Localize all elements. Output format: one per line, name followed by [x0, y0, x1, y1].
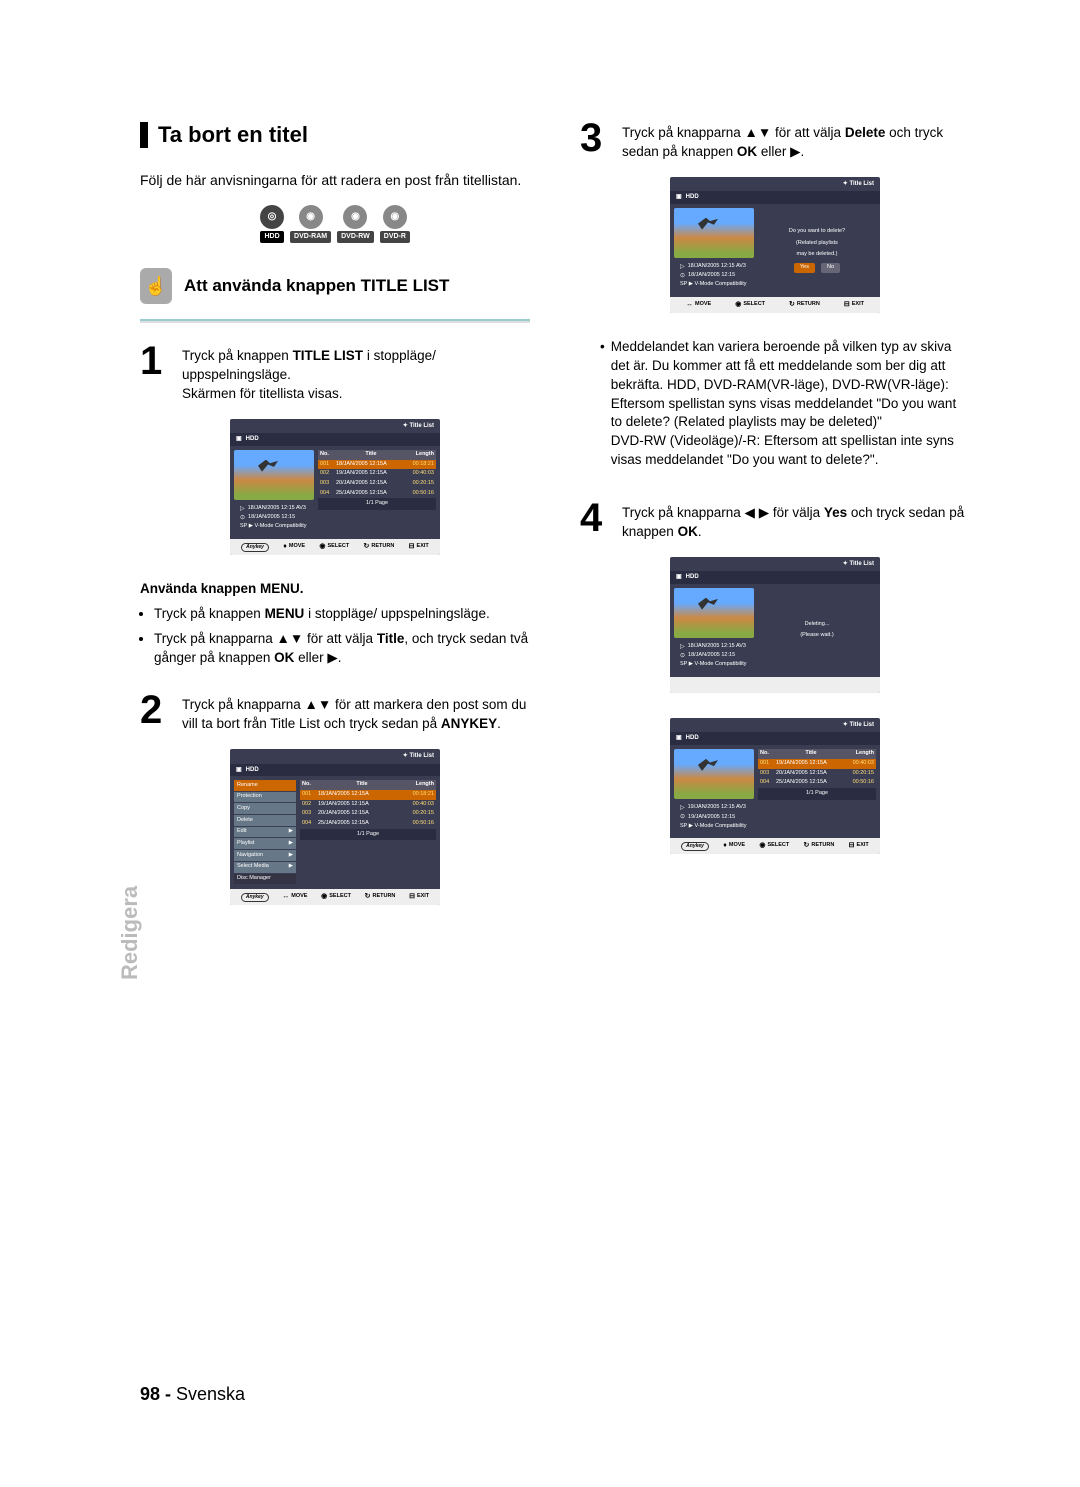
badge-dvd-rw: ◉ DVD-RW	[337, 205, 374, 243]
table-row[interactable]: 00219/JAN/2005 12:15A00:40:03	[318, 469, 436, 479]
menu-item[interactable]: Navigation▶	[234, 850, 296, 861]
disc-badges: ◎ HDD ◉ DVD-RAM ◉ DVD-RW ◉ DVD-R	[140, 205, 530, 243]
right-column: 3 Tryck på knapparna ▲▼ för att välja De…	[580, 120, 970, 930]
confirm-dialog: Do you want to delete? (Related playlist…	[758, 208, 876, 293]
dialog-yes-button[interactable]: Yes	[794, 263, 815, 273]
step-number: 2	[140, 692, 170, 734]
table-row[interactable]: 00320/JAN/2005 12:15A00:20:15	[758, 769, 876, 779]
menu-item[interactable]: Rename	[234, 780, 296, 791]
step-number: 3	[580, 120, 610, 162]
badge-dvd-ram: ◉ DVD-RAM	[290, 205, 331, 243]
menu-item[interactable]: Copy	[234, 803, 296, 814]
step-body: Tryck på knapparna ▲▼ för att markera de…	[182, 692, 530, 734]
menu-item[interactable]: Protection	[234, 792, 296, 803]
screen-result-list: ✦ Title List ▣HDD ▷19/JAN/2005 12:15 AV3…	[670, 718, 880, 854]
step-body: Tryck på knappen TITLE LIST i stoppläge/…	[182, 343, 530, 404]
screen-deleting: ✦ Title List ▣HDD ▷18/JAN/2005 12:15 AV3…	[670, 557, 880, 693]
screen-anykey-menu: ✦ Title List ▣HDD RenameProtectionCopyDe…	[230, 749, 440, 905]
step-body: Tryck på knapparna ◀ ▶ för välja Yes och…	[622, 500, 970, 542]
step-3: 3 Tryck på knapparna ▲▼ för att välja De…	[580, 120, 970, 162]
step-1: 1 Tryck på knappen TITLE LIST i stoppläg…	[140, 343, 530, 404]
disc-icon: ◉	[343, 205, 367, 229]
sub-heading-text: Att använda knappen TITLE LIST	[184, 274, 449, 298]
step-number: 1	[140, 343, 170, 404]
sub-heading: ☝ Att använda knappen TITLE LIST	[140, 268, 530, 304]
hand-icon: ☝	[140, 268, 172, 304]
table-row[interactable]: 00118/JAN/2005 12:15A00:18:21	[300, 790, 436, 800]
deleting-dialog: Deleting... (Please wait.)	[758, 588, 876, 673]
menu-item[interactable]: Edit▶	[234, 827, 296, 838]
screen-confirm-delete: ✦ Title List ▣HDD ▷18/JAN/2005 12:15 AV3…	[670, 177, 880, 313]
screen-title-list: ✦ Title List ▣HDD ▷18/JAN/2005 12:15 AV3…	[230, 419, 440, 555]
disc-icon: ◉	[299, 205, 323, 229]
table-row[interactable]: 00119/JAN/2005 12:15A00:40:03	[758, 759, 876, 769]
step-2: 2 Tryck på knapparna ▲▼ för att markera …	[140, 692, 530, 734]
side-tab: Redigera	[115, 886, 146, 980]
table-row[interactable]: 00425/JAN/2005 12:15A00:50:16	[300, 819, 436, 829]
badge-hdd: ◎ HDD	[260, 205, 284, 243]
menu-bullet-1: Tryck på knappen MENU i stoppläge/ uppsp…	[154, 605, 530, 624]
preview-thumbnail	[674, 208, 754, 258]
menu-instructions: Använda knappen MENU. Tryck på knappen M…	[140, 580, 530, 668]
section-title: Ta bort en titel	[140, 120, 530, 151]
dialog-no-button[interactable]: No	[821, 263, 840, 273]
menu-item[interactable]: Delete	[234, 815, 296, 826]
menu-bullet-2: Tryck på knapparna ▲▼ för att välja Titl…	[154, 630, 530, 668]
divider	[140, 319, 530, 323]
badge-dvd-r: ◉ DVD-R	[380, 205, 410, 243]
table-row[interactable]: 00320/JAN/2005 12:15A00:20:15	[318, 479, 436, 489]
left-column: Ta bort en titel Följ de här anvisningar…	[140, 120, 530, 930]
step-body: Tryck på knapparna ▲▼ för att välja Dele…	[622, 120, 970, 162]
table-row[interactable]: 00219/JAN/2005 12:15A00:40:03	[300, 800, 436, 810]
preview-thumbnail	[674, 749, 754, 799]
menu-item[interactable]: Playlist▶	[234, 838, 296, 849]
preview-thumbnail	[234, 450, 314, 500]
intro-text: Följ de här anvisningarna för att radera…	[140, 171, 530, 191]
manual-page: Ta bort en titel Följ de här anvisningar…	[0, 0, 1080, 1487]
page-footer: 98 - Svenska	[140, 1382, 245, 1407]
note-block: Meddelandet kan variera beroende på vilk…	[600, 338, 970, 470]
menu-item[interactable]: Disc Manager	[234, 874, 296, 885]
table-row[interactable]: 00320/JAN/2005 12:15A00:20:15	[300, 809, 436, 819]
disc-icon: ◉	[383, 205, 407, 229]
table-row[interactable]: 00425/JAN/2005 12:15A00:50:16	[318, 489, 436, 499]
table-row[interactable]: 00118/JAN/2005 12:15A00:18:21	[318, 460, 436, 470]
menu-item[interactable]: Select Media▶	[234, 862, 296, 873]
hdd-icon: ◎	[260, 205, 284, 229]
section-title-text: Ta bort en titel	[158, 120, 308, 151]
table-row[interactable]: 00425/JAN/2005 12:15A00:50:16	[758, 778, 876, 788]
step-4: 4 Tryck på knapparna ◀ ▶ för välja Yes o…	[580, 500, 970, 542]
step-number: 4	[580, 500, 610, 542]
preview-thumbnail	[674, 588, 754, 638]
